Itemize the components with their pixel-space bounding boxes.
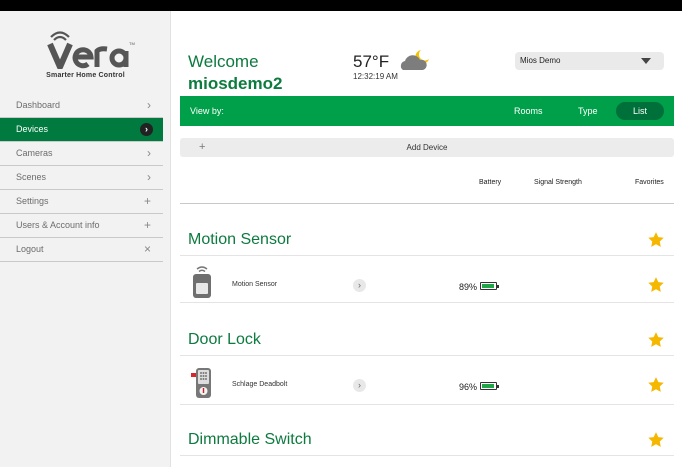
controller-select-value: Mios Demo	[520, 56, 561, 65]
sidebar-item-label: Scenes	[16, 172, 47, 182]
temperature: 57°F	[353, 52, 390, 71]
divider	[180, 203, 674, 204]
battery-icon	[480, 382, 499, 390]
column-signal-strength: Signal Strength	[534, 179, 582, 186]
divider	[180, 404, 674, 405]
chevron-right-icon: ›	[147, 146, 151, 160]
partly-cloudy-night-icon	[400, 50, 429, 70]
door-lock-icon	[191, 368, 211, 398]
device-name[interactable]: Schlage Deadbolt	[232, 381, 287, 388]
sidebar-item-cameras[interactable]: Cameras ›	[0, 142, 163, 166]
sidebar-item-dashboard[interactable]: Dashboard ›	[0, 94, 163, 118]
device-name[interactable]: Motion Sensor	[232, 281, 277, 288]
sidebar-item-label: Dashboard	[16, 100, 61, 110]
favorite-star-icon[interactable]	[647, 276, 665, 294]
favorite-star-icon[interactable]	[647, 376, 665, 394]
section-title-dimmable-switch: Dimmable Switch	[188, 431, 312, 448]
username: miosdemo2	[188, 74, 283, 93]
add-device-button[interactable]: + Add Device	[180, 138, 674, 157]
sidebar-item-users-account-info[interactable]: Users & Account info +	[0, 214, 163, 238]
divider	[180, 355, 674, 356]
sidebar-item-label: Devices	[16, 124, 49, 134]
view-by-rooms[interactable]: Rooms	[514, 106, 543, 116]
column-favorites: Favorites	[635, 179, 664, 186]
close-icon: ×	[143, 242, 151, 256]
chevron-right-icon[interactable]: ›	[353, 279, 366, 292]
favorite-star-icon[interactable]	[647, 231, 665, 249]
view-by-label: View by:	[190, 106, 224, 116]
chevron-right-icon: ›	[147, 98, 151, 112]
vera-wordmark-icon: TM	[47, 31, 135, 69]
app-window: TM Smarter Home Control Dashboard › Device…	[0, 11, 682, 467]
welcome-text: Welcome	[188, 52, 259, 71]
sidebar-item-label: Cameras	[16, 148, 53, 158]
battery-percent: 89%	[459, 282, 478, 292]
brand-tagline: Smarter Home Control	[46, 72, 125, 79]
sidebar-item-scenes[interactable]: Scenes ›	[0, 166, 163, 190]
chevron-right-icon[interactable]: ›	[353, 379, 366, 392]
sidebar-item-label: Logout	[16, 244, 44, 254]
main-content: Welcome miosdemo2 57°F 12:32:19 AM Mios …	[171, 11, 682, 467]
clock-time: 12:32:19 AM	[353, 72, 398, 81]
sidebar-item-label: Settings	[16, 196, 49, 206]
divider	[180, 255, 674, 256]
divider	[180, 302, 674, 303]
caret-down-icon	[641, 58, 651, 64]
section-title-motion-sensor: Motion Sensor	[188, 231, 292, 248]
plus-icon: +	[143, 194, 151, 208]
sidebar-nav: Dashboard › Devices › Cameras › Scenes › Setting…	[0, 94, 163, 262]
view-by-list[interactable]: List	[616, 102, 664, 120]
column-battery: Battery	[479, 179, 502, 186]
favorite-star-icon[interactable]	[647, 431, 665, 449]
chevron-right-icon: ›	[147, 170, 151, 184]
sidebar-item-label: Users & Account info	[16, 220, 100, 230]
vera-logo: TM Smarter Home Control	[0, 27, 171, 87]
battery-icon	[480, 282, 499, 290]
view-by-bar: View by: Rooms Type List	[180, 96, 674, 126]
controller-select[interactable]: Mios Demo	[515, 52, 664, 70]
sidebar: TM Smarter Home Control Dashboard › Device…	[0, 11, 171, 467]
add-device-label: Add Device	[406, 143, 448, 152]
plus-icon: +	[143, 218, 151, 232]
divider	[180, 455, 674, 456]
battery-level-fill	[482, 284, 494, 288]
section-title-door-lock: Door Lock	[188, 331, 261, 348]
sidebar-item-logout[interactable]: Logout ×	[0, 238, 163, 262]
battery-level-fill	[482, 384, 495, 388]
chevron-right-icon: ›	[140, 123, 153, 136]
battery-percent: 96%	[459, 382, 478, 392]
view-by-type[interactable]: Type	[578, 106, 598, 116]
sidebar-item-settings[interactable]: Settings +	[0, 190, 163, 214]
svg-text:TM: TM	[129, 41, 135, 46]
motion-sensor-icon	[193, 266, 211, 298]
favorite-star-icon[interactable]	[647, 331, 665, 349]
sidebar-item-devices[interactable]: Devices ›	[0, 118, 163, 142]
